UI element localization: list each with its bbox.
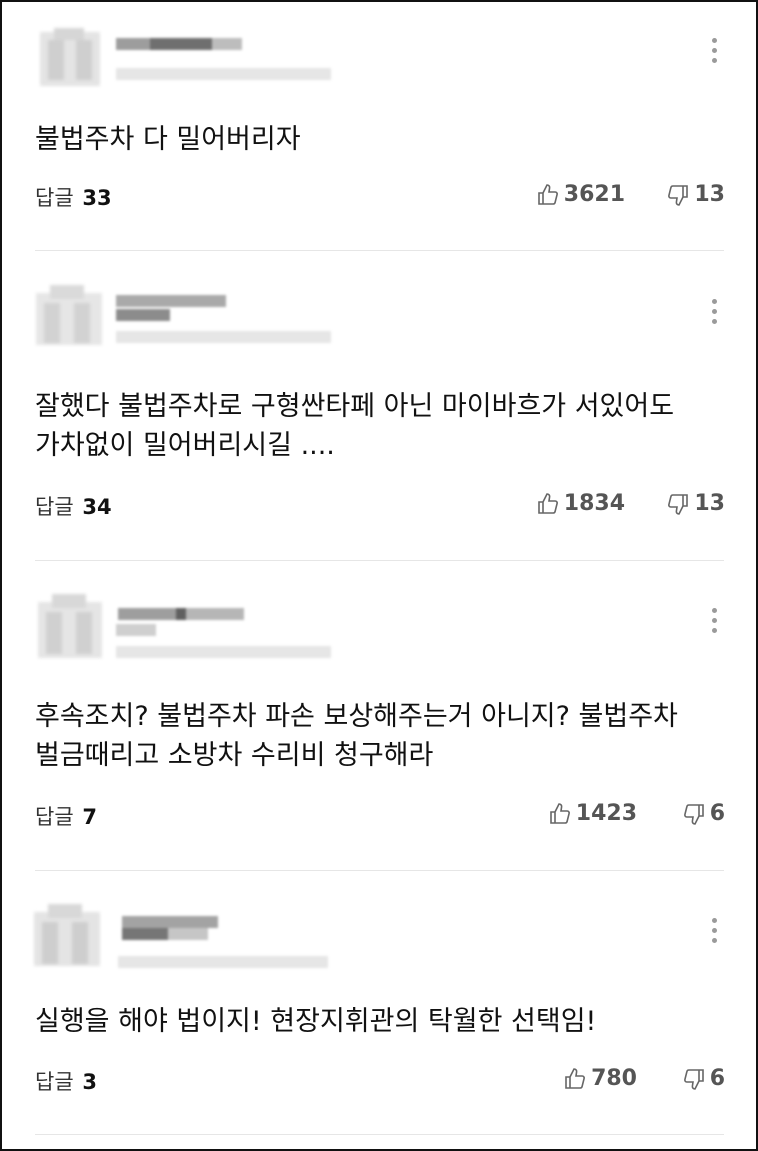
avatar[interactable] (34, 26, 106, 88)
comment-text: 실행을 해야 법이지! 현장지휘관의 탁월한 선택임! (35, 1006, 597, 1037)
dislike-button[interactable]: 6 (682, 1066, 725, 1091)
comment-footer: 답글 7 1423 6 (35, 801, 725, 831)
thumbs-down-icon (683, 803, 704, 825)
like-button[interactable]: 780 (563, 1066, 637, 1091)
avatar[interactable] (34, 902, 106, 966)
divider (35, 1134, 724, 1135)
thumbs-down-icon (683, 1068, 704, 1090)
reply-count: 3 (82, 1070, 97, 1094)
reply-button[interactable]: 답글 34 (35, 491, 112, 521)
author-meta (112, 30, 342, 90)
author-meta (112, 287, 342, 347)
comment-text: 잘했다 불법주차로 구형싼타페 아닌 마이바흐가 서있어도 가차없이 밀어버리시… (35, 391, 683, 461)
comment-footer: 답글 33 3621 13 (35, 182, 725, 212)
avatar[interactable] (34, 283, 106, 345)
like-button[interactable]: 1423 (548, 801, 637, 826)
dislike-count: 6 (709, 801, 725, 826)
reply-label: 답글 (35, 1070, 74, 1094)
divider (35, 250, 724, 251)
thumbs-up-icon (565, 1067, 586, 1089)
author-meta (112, 906, 342, 968)
like-count: 3621 (563, 182, 625, 207)
divider (35, 560, 724, 561)
reply-button[interactable]: 답글 7 (35, 801, 97, 831)
comment-text: 불법주차 다 밀어버리자 (35, 124, 301, 155)
dislike-count: 6 (709, 1066, 725, 1091)
avatar[interactable] (34, 594, 106, 658)
dislike-button[interactable]: 13 (666, 182, 725, 207)
reply-count: 33 (82, 186, 112, 210)
dislike-count: 13 (694, 182, 725, 207)
like-count: 780 (591, 1066, 637, 1091)
more-options-icon[interactable] (700, 908, 728, 952)
thumbs-up-icon (549, 802, 570, 824)
comment-footer: 답글 3 780 6 (35, 1066, 725, 1096)
comment-footer: 답글 34 1834 13 (35, 491, 725, 521)
screenshot-frame (0, 0, 758, 1151)
like-button[interactable]: 3621 (536, 182, 625, 207)
comment-text: 후속조치? 불법주차 파손 보상해주는거 아니지? 불법주차 벌금때리고 소방차… (35, 701, 687, 771)
like-button[interactable]: 1834 (536, 491, 625, 516)
thumbs-up-icon (537, 492, 558, 514)
dislike-button[interactable]: 13 (666, 491, 725, 516)
author-meta (112, 598, 342, 658)
thumbs-up-icon (537, 183, 558, 205)
like-count: 1423 (575, 801, 637, 826)
dislike-button[interactable]: 6 (682, 801, 725, 826)
reply-count: 34 (82, 495, 112, 519)
more-options-icon[interactable] (700, 28, 728, 72)
reply-label: 답글 (35, 805, 74, 829)
thumbs-down-icon (668, 184, 689, 206)
reply-count: 7 (82, 805, 97, 829)
divider (35, 870, 724, 871)
more-options-icon[interactable] (700, 598, 728, 642)
reply-label: 답글 (35, 495, 74, 519)
reply-label: 답글 (35, 186, 74, 210)
like-count: 1834 (563, 491, 625, 516)
dislike-count: 13 (694, 491, 725, 516)
more-options-icon[interactable] (700, 289, 728, 333)
thumbs-down-icon (668, 493, 689, 515)
reply-button[interactable]: 답글 33 (35, 182, 112, 212)
reply-button[interactable]: 답글 3 (35, 1066, 97, 1096)
